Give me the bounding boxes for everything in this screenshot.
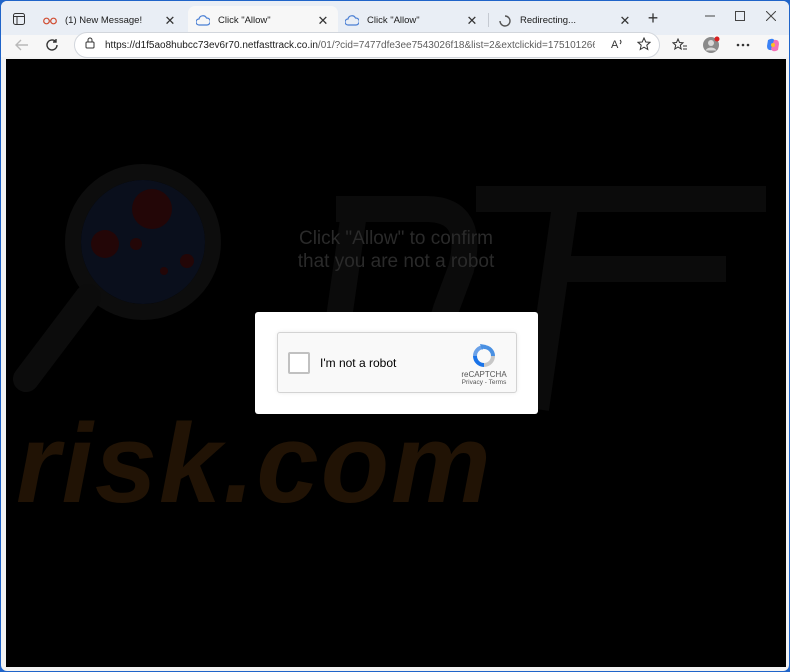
loading-icon [498, 14, 512, 28]
tab-title: (1) New Message! [65, 15, 143, 26]
url-host: https://d1f5ao8hubcc73ev6r70.netfasttrac… [105, 39, 318, 51]
read-aloud-icon[interactable]: A [611, 37, 625, 56]
minimize-button[interactable] [695, 7, 725, 27]
close-icon[interactable]: ✕ [163, 13, 177, 28]
terms-link[interactable]: Terms [489, 379, 507, 386]
privacy-link[interactable]: Privacy [462, 379, 483, 386]
lock-icon[interactable] [85, 36, 95, 54]
profile-avatar[interactable] [701, 35, 721, 55]
checkbox-label: I'm not a robot [320, 356, 397, 370]
tab-click-allow[interactable]: Click "Allow" ✕ [337, 6, 487, 35]
url-text[interactable]: https://d1f5ao8hubcc73ev6r70.netfasttrac… [105, 40, 595, 51]
tab-new-message[interactable]: (1) New Message! ✕ [35, 6, 185, 35]
recaptcha-brand: reCAPTCHA [461, 370, 507, 379]
glasses-icon [43, 14, 57, 28]
cloud-icon [345, 14, 359, 28]
page-headline: Click "Allow" to confirm that you are no… [6, 227, 786, 273]
not-robot-checkbox[interactable] [288, 352, 310, 374]
maximize-button[interactable] [725, 7, 755, 27]
close-icon[interactable]: ✕ [618, 13, 632, 28]
tab-actions-icon[interactable] [9, 9, 29, 29]
tab-title: Click "Allow" [367, 15, 420, 26]
tab-title: Click "Allow" [218, 15, 271, 26]
tab-title: Redirecting... [520, 15, 576, 26]
refresh-button[interactable] [42, 35, 62, 55]
favorites-icon[interactable] [670, 35, 690, 55]
recaptcha-logo-icon [473, 344, 495, 367]
close-icon[interactable]: ✕ [316, 13, 330, 28]
back-button[interactable] [12, 35, 32, 55]
headline-line-1: Click "Allow" to confirm [298, 228, 494, 249]
copilot-icon[interactable] [763, 35, 783, 55]
page-content: Click "Allow" to confirm that you are no… [6, 59, 786, 667]
recaptcha-widget: I'm not a robot reCAPTCHA Privacy - Term… [277, 332, 517, 393]
browser-window: (1) New Message! ✕ Click "Allow" ✕ Click… [1, 1, 789, 671]
headline-line-2: that you are not a robot [297, 251, 495, 272]
captcha-card: I'm not a robot reCAPTCHA Privacy - Term… [255, 312, 538, 414]
cloud-icon [196, 14, 210, 28]
close-window-button[interactable] [756, 7, 786, 27]
tab-click-allow-active[interactable]: Click "Allow" ✕ [188, 6, 338, 35]
svg-text:A: A [611, 39, 619, 51]
close-icon[interactable]: ✕ [465, 13, 479, 28]
favorite-star-icon[interactable] [636, 36, 652, 56]
recaptcha-links: Privacy - Terms [448, 379, 520, 386]
tab-strip: (1) New Message! ✕ Click "Allow" ✕ Click… [1, 1, 789, 35]
tab-separator [488, 13, 489, 27]
more-options-icon[interactable] [733, 35, 753, 55]
url-path: /01/?cid=7477dfe3ee7543026f18&list=2&ext… [317, 39, 595, 51]
tab-redirecting[interactable]: Redirecting... ✕ [490, 6, 640, 35]
toolbar: https://d1f5ao8hubcc73ev6r70.netfasttrac… [1, 32, 789, 58]
watermark-logo: risk.com [16, 401, 493, 526]
address-bar[interactable]: https://d1f5ao8hubcc73ev6r70.netfasttrac… [74, 32, 660, 58]
new-tab-button[interactable]: + [643, 9, 663, 28]
